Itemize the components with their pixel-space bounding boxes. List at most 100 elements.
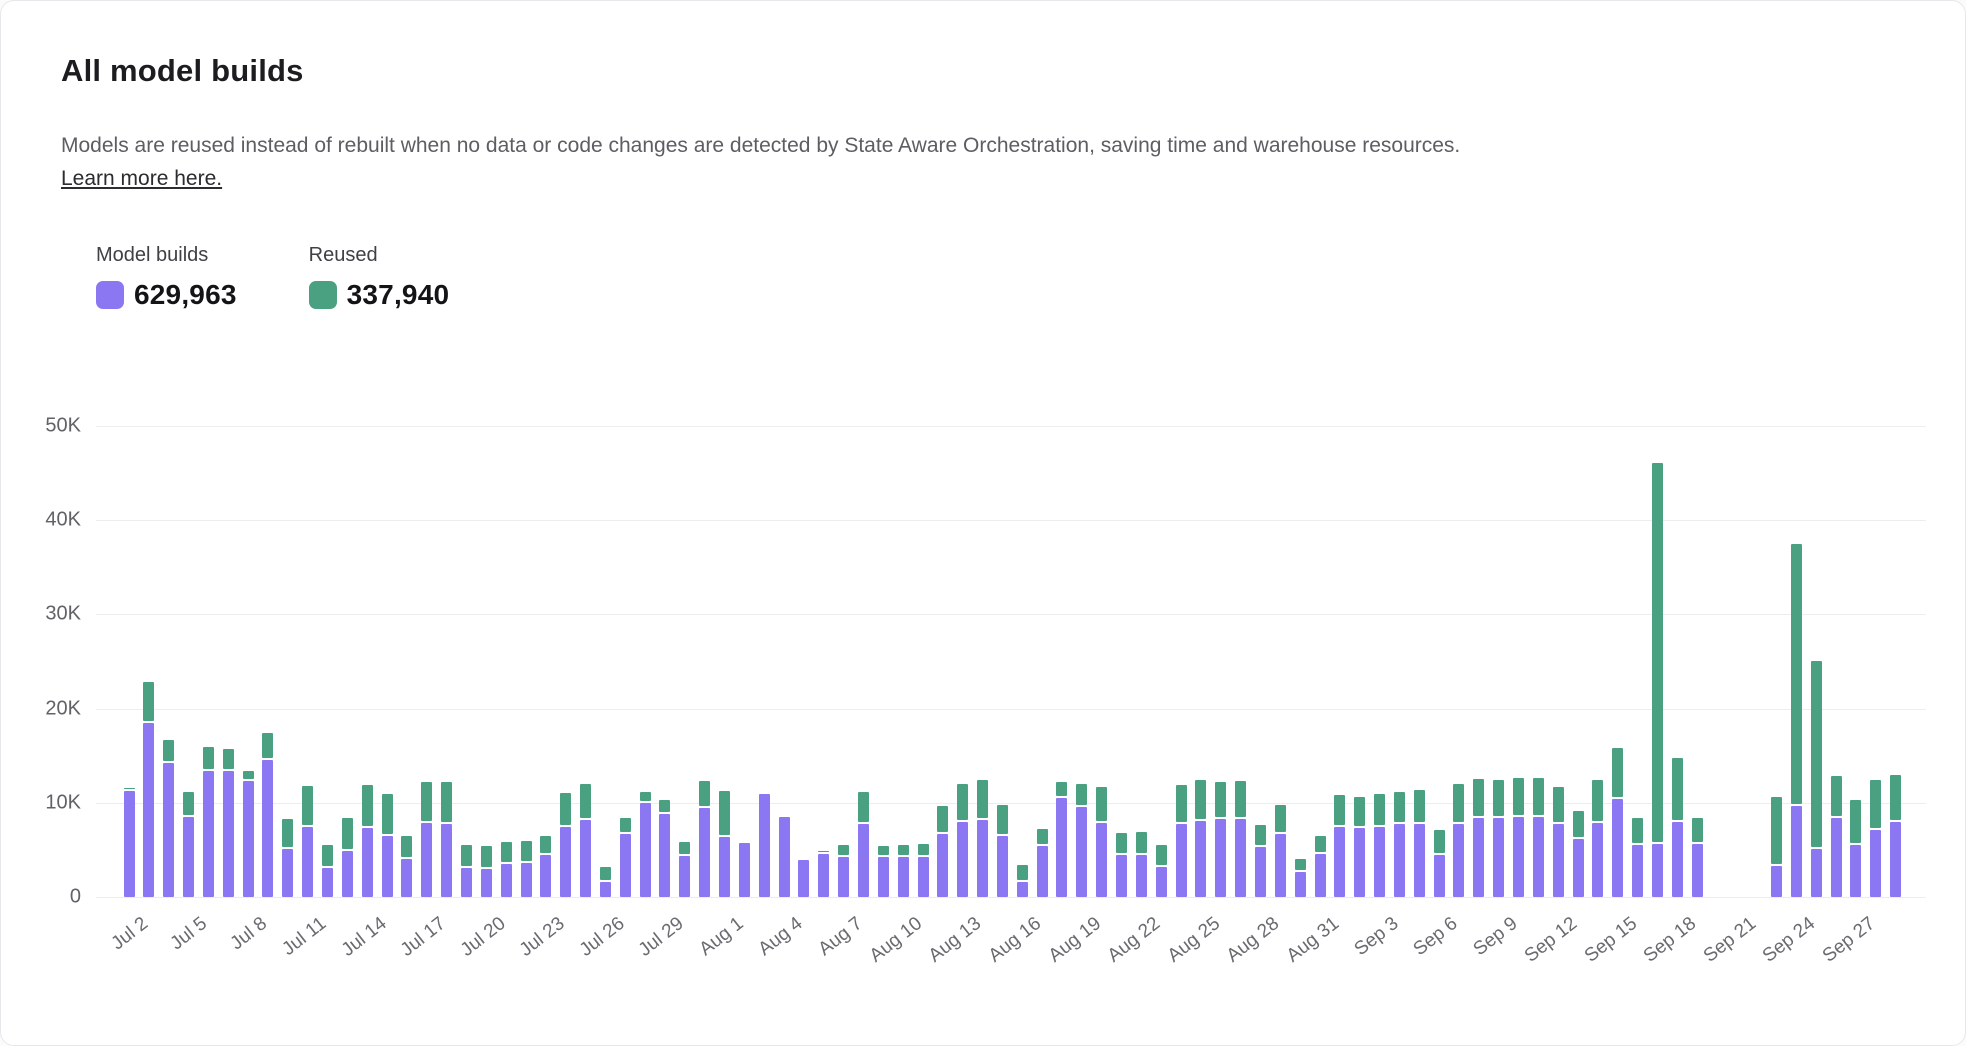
chart-bar-model-builds[interactable] <box>501 864 512 897</box>
chart-bar-reused[interactable] <box>143 682 154 721</box>
chart-bar-reused[interactable] <box>838 845 849 855</box>
chart-bar-model-builds[interactable] <box>1394 824 1405 897</box>
chart-bar-model-builds[interactable] <box>1850 845 1861 897</box>
chart-bar-model-builds[interactable] <box>521 863 532 897</box>
chart-bar-model-builds[interactable] <box>1156 867 1167 897</box>
chart-bar-model-builds[interactable] <box>203 771 214 897</box>
chart-bar-reused[interactable] <box>1493 780 1504 816</box>
chart-bar-reused[interactable] <box>1136 832 1147 853</box>
chart-bar-model-builds[interactable] <box>679 856 690 897</box>
chart-bar-model-builds[interactable] <box>1553 824 1564 897</box>
chart-bar-model-builds[interactable] <box>1672 822 1683 897</box>
chart-bar-model-builds[interactable] <box>401 859 412 897</box>
chart-bar-model-builds[interactable] <box>1235 819 1246 897</box>
chart-bar-reused[interactable] <box>441 782 452 822</box>
chart-bar-model-builds[interactable] <box>1076 807 1087 897</box>
learn-more-link[interactable]: Learn more here. <box>61 167 222 190</box>
chart-bar-model-builds[interactable] <box>342 851 353 897</box>
chart-bar-model-builds[interactable] <box>1592 823 1603 897</box>
chart-bar-reused[interactable] <box>461 845 472 866</box>
chart-bar-reused[interactable] <box>1354 797 1365 827</box>
chart-bar-model-builds[interactable] <box>1831 818 1842 897</box>
chart-bar-reused[interactable] <box>679 842 690 854</box>
chart-bar-reused[interactable] <box>203 747 214 769</box>
chart-bar-model-builds[interactable] <box>779 817 790 897</box>
chart-bar-model-builds[interactable] <box>1632 845 1643 897</box>
chart-bar-model-builds[interactable] <box>223 771 234 897</box>
chart-bar-reused[interactable] <box>1831 776 1842 815</box>
chart-bar-reused[interactable] <box>878 846 889 855</box>
chart-bar-reused[interactable] <box>1176 785 1187 823</box>
chart-bar-reused[interactable] <box>382 794 393 833</box>
chart-bar-model-builds[interactable] <box>719 837 730 897</box>
chart-bar-model-builds[interactable] <box>1195 821 1206 897</box>
chart-bar-reused[interactable] <box>1334 795 1345 825</box>
chart-bar-model-builds[interactable] <box>1017 882 1028 897</box>
chart-bar-reused[interactable] <box>1394 792 1405 822</box>
chart-bar-reused[interactable] <box>282 819 293 847</box>
chart-bar-reused[interactable] <box>1573 811 1584 836</box>
chart-bar-reused[interactable] <box>1076 784 1087 805</box>
chart-bar-model-builds[interactable] <box>421 823 432 897</box>
chart-bar-model-builds[interactable] <box>322 868 333 897</box>
chart-bar-model-builds[interactable] <box>1434 855 1445 897</box>
chart-bar-model-builds[interactable] <box>1493 818 1504 897</box>
chart-bar-model-builds[interactable] <box>1414 824 1425 897</box>
chart-bar-reused[interactable] <box>937 806 948 833</box>
chart-bar-reused[interactable] <box>1553 787 1564 823</box>
chart-bar-model-builds[interactable] <box>1890 822 1901 897</box>
chart-bar-reused[interactable] <box>421 782 432 821</box>
chart-bar-model-builds[interactable] <box>997 836 1008 897</box>
chart-bar-reused[interactable] <box>223 749 234 769</box>
chart-bar-reused[interactable] <box>818 851 829 852</box>
chart-bar-reused[interactable] <box>1592 780 1603 820</box>
chart-bar-model-builds[interactable] <box>937 834 948 897</box>
chart-bar-model-builds[interactable] <box>1513 817 1524 897</box>
chart-bar-reused[interactable] <box>858 792 869 823</box>
chart-bar-model-builds[interactable] <box>560 827 571 897</box>
chart-bar-model-builds[interactable] <box>699 808 710 897</box>
chart-bar-model-builds[interactable] <box>1870 830 1881 897</box>
chart-bar-model-builds[interactable] <box>898 857 909 897</box>
chart-bar-model-builds[interactable] <box>1692 844 1703 897</box>
chart-bar-model-builds[interactable] <box>1176 824 1187 897</box>
chart-bar-model-builds[interactable] <box>262 760 273 897</box>
chart-bar-model-builds[interactable] <box>282 849 293 897</box>
chart-bar-model-builds[interactable] <box>1791 806 1802 897</box>
chart-bar-model-builds[interactable] <box>362 828 373 897</box>
chart-bar-reused[interactable] <box>362 785 373 826</box>
chart-bar-reused[interactable] <box>163 740 174 762</box>
chart-bar-model-builds[interactable] <box>302 827 313 897</box>
chart-bar-reused[interactable] <box>1017 865 1028 880</box>
chart-bar-reused[interactable] <box>183 792 194 815</box>
chart-bar-model-builds[interactable] <box>620 834 631 897</box>
chart-bar-reused[interactable] <box>1850 800 1861 843</box>
chart-bar-model-builds[interactable] <box>1037 846 1048 897</box>
chart-bar-reused[interactable] <box>560 793 571 825</box>
chart-bar-model-builds[interactable] <box>1771 866 1782 897</box>
chart-bar-model-builds[interactable] <box>918 857 929 897</box>
chart-bar-model-builds[interactable] <box>1096 823 1107 897</box>
chart-bar-model-builds[interactable] <box>878 857 889 897</box>
chart-bar-reused[interactable] <box>1116 833 1127 853</box>
chart-bar-model-builds[interactable] <box>957 822 968 897</box>
chart-bar-reused[interactable] <box>1315 836 1326 852</box>
chart-bar-reused[interactable] <box>322 845 333 866</box>
chart-bar-reused[interactable] <box>1215 782 1226 817</box>
chart-bar-reused[interactable] <box>1533 778 1544 815</box>
chart-bar-reused[interactable] <box>481 846 492 867</box>
chart-bar-reused[interactable] <box>1811 661 1822 847</box>
chart-bar-reused[interactable] <box>640 792 651 800</box>
chart-bar-reused[interactable] <box>521 841 532 861</box>
chart-bar-model-builds[interactable] <box>1295 872 1306 897</box>
chart-bar-model-builds[interactable] <box>818 854 829 897</box>
chart-bar-reused[interactable] <box>1275 805 1286 833</box>
chart-bar-reused[interactable] <box>1692 818 1703 842</box>
chart-bar-model-builds[interactable] <box>183 817 194 897</box>
chart-bar-model-builds[interactable] <box>1056 798 1067 897</box>
chart-bar-model-builds[interactable] <box>382 836 393 897</box>
chart-bar-model-builds[interactable] <box>1255 847 1266 897</box>
chart-bar-model-builds[interactable] <box>1652 844 1663 897</box>
chart-bar-reused[interactable] <box>977 780 988 818</box>
chart-bar-model-builds[interactable] <box>1275 834 1286 897</box>
